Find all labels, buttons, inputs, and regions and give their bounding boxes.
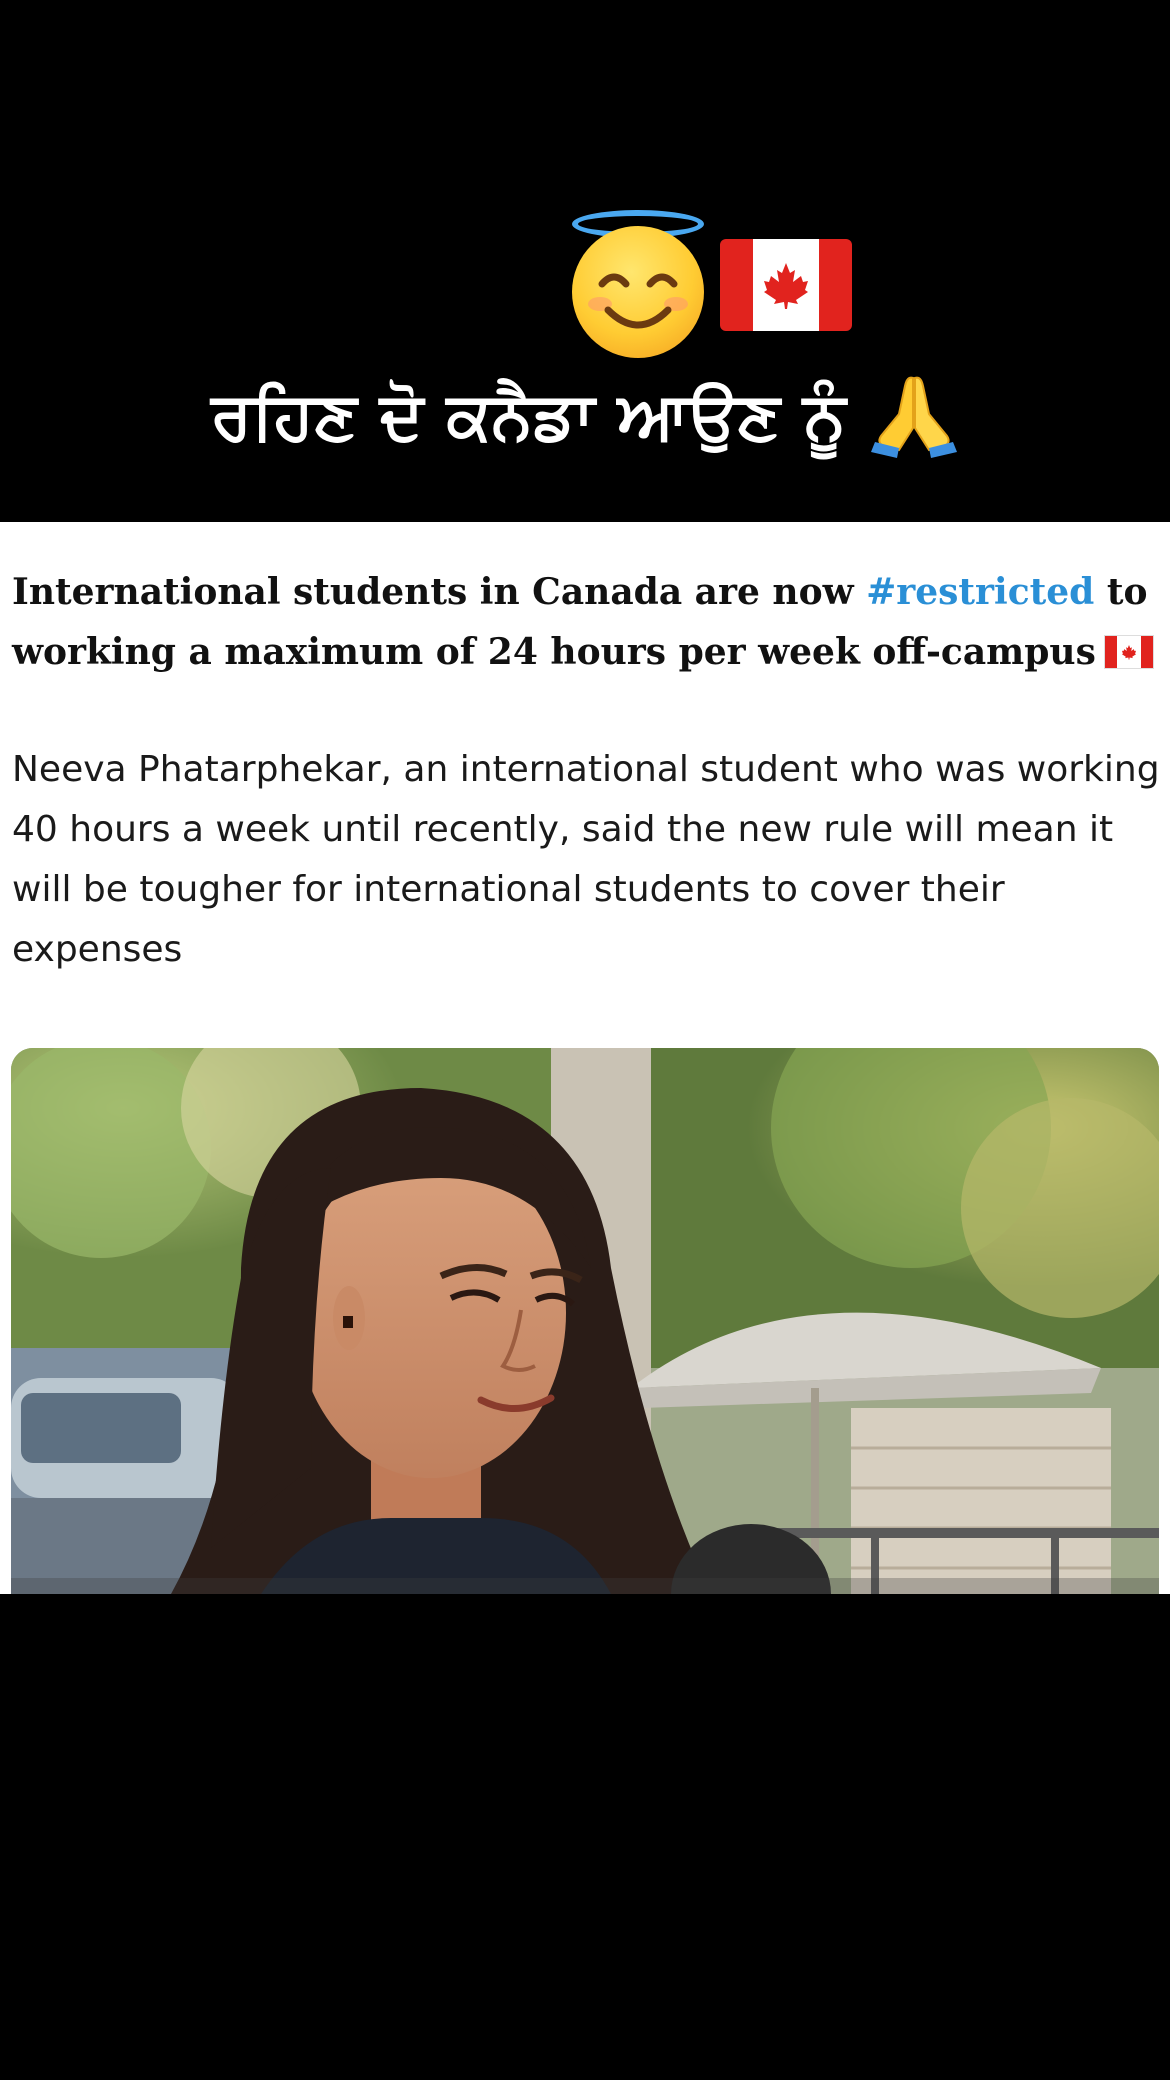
- smiling-face-with-halo-icon: [568, 210, 708, 360]
- video-top-overlay: ਰਹਿਣ ਦੋ ਕਨੈਡਾ ਆਉਣ ਨੂੰ: [0, 0, 1170, 522]
- video-bottom-overlay: [0, 1594, 1170, 2080]
- post-body: Neeva Phatarphekar, an international stu…: [12, 749, 1160, 970]
- headline-text-start: International students in Canada are now: [12, 571, 867, 613]
- hashtag-link[interactable]: #restricted: [866, 571, 1094, 613]
- overlay-title: ਰਹਿਣ ਦੋ ਕਨੈਡਾ ਆਉਣ ਨੂੰ: [0, 372, 1170, 469]
- overlay-title-text: ਰਹਿਣ ਦੋ ਕਨੈਡਾ ਆਉਣ ਨੂੰ: [211, 377, 846, 455]
- post-photo[interactable]: [11, 1048, 1159, 1594]
- canada-flag-icon: [1103, 635, 1154, 669]
- post-headline: International students in Canada are now…: [12, 562, 1162, 682]
- post-card: International students in Canada are now…: [0, 522, 1170, 1594]
- emoji-row: [568, 210, 852, 360]
- folded-hands-icon: [869, 372, 959, 469]
- canada-flag-icon: [720, 239, 852, 331]
